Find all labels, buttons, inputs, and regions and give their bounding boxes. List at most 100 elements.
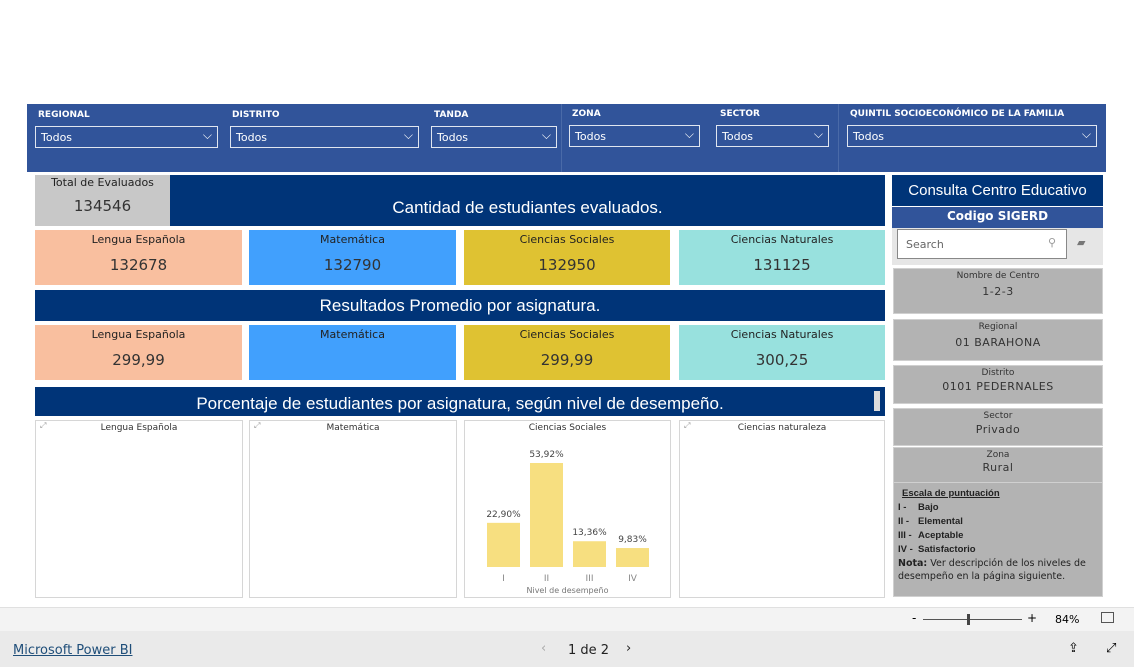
zoom-slider[interactable] (923, 619, 1022, 620)
zoom-slider-thumb[interactable] (966, 614, 970, 625)
page-indicator: 1 de 2 (568, 643, 610, 658)
share-icon[interactable]: ⇪ (1068, 641, 1079, 656)
card-value: 299,99 (112, 351, 165, 369)
field-value: 1-2-3 (982, 285, 1014, 298)
legend-key: II - (898, 516, 910, 527)
card-label: Lengua Española (91, 328, 186, 341)
search-placeholder: Search (906, 238, 944, 251)
field-label: Nombre de Centro (956, 271, 1040, 281)
sector-dropdown[interactable]: Todos ⌵ (716, 125, 829, 147)
dropdown-value: Todos (236, 131, 268, 144)
card-value: 300,25 (755, 351, 809, 369)
x-tick-label: I (502, 574, 505, 584)
dropdown-value: Todos (722, 130, 754, 143)
chevron-down-icon: ⌵ (684, 127, 694, 141)
chevron-down-icon: ⌵ (813, 127, 823, 141)
field-label: Regional (978, 322, 1018, 332)
filter-label-regional: REGIONAL (38, 110, 90, 120)
fit-to-page-icon[interactable] (1101, 612, 1114, 623)
x-tick-label: III (586, 574, 594, 584)
next-page-icon[interactable]: › (626, 641, 631, 656)
divider (561, 104, 562, 172)
bar-III[interactable] (573, 541, 606, 567)
count-card-sociales: Ciencias Sociales 132950 (464, 230, 670, 285)
legend-item: IV - Satisfactorio (898, 543, 1098, 557)
data-label: 9,83% (618, 535, 647, 545)
scrollbar[interactable] (874, 391, 880, 411)
legend-value: Bajo (918, 502, 939, 513)
sigerd-search-area: Search ⚲ ▰ (892, 228, 1103, 265)
field-value: 0101 PEDERNALES (942, 380, 1054, 393)
card-label: Ciencias Naturales (730, 328, 834, 341)
chart-naturales: ⤢ Ciencias naturaleza (679, 420, 885, 598)
search-input[interactable]: Search ⚲ (897, 229, 1067, 259)
chart-title: Ciencias naturaleza (737, 423, 827, 433)
card-label: Ciencias Sociales (519, 328, 615, 341)
drill-icon: ⤢ (40, 421, 47, 430)
x-tick-label: II (544, 574, 549, 584)
fullscreen-icon[interactable]: ⤢ (1106, 641, 1116, 656)
field-regional: Regional 01 BARAHONA (893, 319, 1103, 361)
card-label: Matemática (320, 328, 385, 341)
card-value: 131125 (753, 256, 811, 274)
chart-matematica: ⤢ Matemática (249, 420, 457, 598)
chart-sociales: Ciencias Sociales 22,90% I 53,92% II 13,36% I… (464, 420, 671, 598)
eraser-icon[interactable]: ▰ (1077, 236, 1085, 249)
card-value: 132950 (538, 256, 596, 274)
legend-value: Satisfactorio (918, 544, 976, 555)
avg-card-lengua: Lengua Española 299,99 (35, 325, 242, 380)
banner-promedio: Resultados Promedio por asignatura. (35, 290, 885, 321)
zona-dropdown[interactable]: Todos ⌵ (569, 125, 700, 147)
bar-IV[interactable] (616, 548, 649, 567)
avg-card-sociales: Ciencias Sociales 299,99 (464, 325, 670, 380)
prev-page-icon[interactable]: ‹ (541, 641, 546, 656)
note-label: Nota: (898, 558, 928, 569)
tanda-dropdown[interactable]: Todos ⌵ (431, 126, 557, 148)
field-sector: Sector Privado (893, 408, 1103, 446)
dropdown-value: Todos (575, 130, 607, 143)
field-label: Zona (986, 450, 1010, 460)
legend-key: III - (898, 530, 912, 541)
regional-dropdown[interactable]: Todos ⌵ (35, 126, 218, 148)
chart-title: Matemática (326, 423, 380, 433)
field-value: Privado (975, 423, 1021, 436)
legend-item: II - Elemental (898, 515, 1098, 529)
zoom-out-button[interactable]: - (912, 611, 916, 625)
banner-porcentaje: Porcentaje de estudiantes por asignatura… (35, 387, 885, 416)
card-label: Total de Evaluados (51, 176, 154, 189)
field-zona: Zona Rural (893, 447, 1103, 483)
field-label: Sector (983, 411, 1013, 421)
x-tick-label: IV (628, 574, 638, 584)
count-card-naturales: Ciencias Naturales 131125 (679, 230, 885, 285)
filter-bar: REGIONAL Todos ⌵ DISTRITO Todos ⌵ TANDA To… (27, 104, 1106, 172)
field-value: Rural (982, 461, 1014, 474)
power-bi-link[interactable]: Microsoft Power BI (13, 643, 132, 658)
filter-label-quintil: QUINTIL SOCIOECONÓMICO DE LA FAMILIA (850, 109, 1065, 119)
total-evaluados-card: Total de Evaluados 134546 (35, 175, 170, 226)
chevron-down-icon: ⌵ (541, 128, 551, 142)
dropdown-value: Todos (41, 131, 73, 144)
card-value: 132678 (109, 256, 168, 274)
zoom-level: 84% (1055, 613, 1080, 626)
sigerd-slicer-header: Codigo SIGERD (892, 207, 1103, 228)
legend-box: Escala de puntuación I - Bajo II - Elementa… (893, 482, 1103, 597)
zoom-in-button[interactable]: + (1027, 611, 1037, 625)
field-value: 01 BARAHONA (955, 336, 1041, 349)
footer: Microsoft Power BI ‹ 1 de 2 › ⇪ ⤢ (0, 631, 1134, 667)
avg-card-naturales: Ciencias Naturales 300,25 (679, 325, 885, 380)
banner-text: Porcentaje de estudiantes por asignatura… (196, 394, 724, 413)
zoom-bar: - + 84% (0, 607, 1134, 631)
note-text: Ver descripción de los niveles de desemp… (898, 558, 1086, 582)
distrito-dropdown[interactable]: Todos ⌵ (230, 126, 419, 148)
card-label: Ciencias Sociales (519, 233, 615, 246)
card-label: Matemática (320, 233, 385, 246)
drill-icon: ⤢ (684, 421, 691, 430)
dropdown-value: Todos (853, 130, 885, 143)
data-label: 53,92% (529, 450, 564, 460)
bar-I[interactable] (487, 522, 520, 567)
quintil-dropdown[interactable]: Todos ⌵ (847, 125, 1097, 147)
card-value: 132790 (323, 256, 382, 274)
bar-chart: 22,90% I 53,92% II 13,36% III 9,83% IV (486, 450, 649, 584)
bar-II[interactable] (530, 463, 563, 567)
legend-title: Escala de puntuación (902, 488, 1000, 499)
